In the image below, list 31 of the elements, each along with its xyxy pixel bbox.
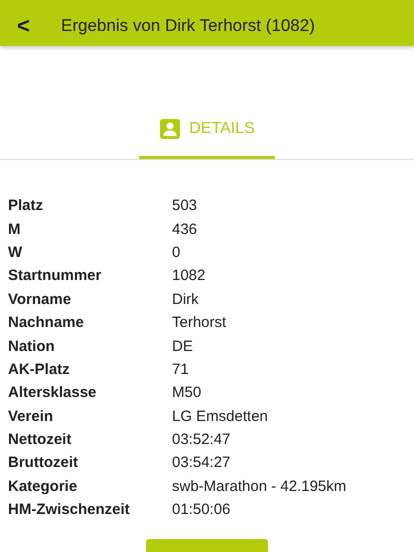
field-label: Platz [8, 197, 44, 214]
field-label: Altersklasse [8, 384, 98, 402]
field-value: M50 [172, 384, 202, 402]
field-label: W [8, 244, 24, 261]
field-value: LG Emsdetten [172, 408, 268, 425]
field-value: swb-Marathon - 42.195km [172, 478, 346, 495]
field-value: 03:52:47 [172, 431, 230, 448]
field-label: Vorname [8, 290, 72, 308]
field-value: 01:50:06 [172, 501, 230, 518]
field-label: Bruttozeit [8, 454, 79, 472]
field-value: DE [172, 338, 193, 355]
field-label: Startnummer [8, 267, 102, 284]
field-label: M [8, 220, 22, 238]
field-label: Verein [8, 408, 54, 425]
field-value: 71 [172, 360, 189, 378]
field-value: 436 [172, 220, 198, 238]
field-value: 03:54:27 [172, 454, 230, 472]
field-value: 503 [172, 197, 198, 214]
field-label: HM-Zwischenzeit [8, 501, 131, 518]
field-label: Kategorie [8, 478, 78, 495]
field-value: 1082 [172, 267, 206, 284]
field-label: Nation [8, 338, 56, 355]
page-title: Ergebnis von Dirk Terhorst (1082) [61, 16, 315, 36]
field-label: Nettozeit [8, 431, 72, 448]
field-value: 0 [172, 244, 180, 261]
back-button[interactable]: < [17, 13, 37, 39]
field-value: Dirk [172, 290, 199, 308]
person-card-icon [159, 118, 182, 140]
field-value: Terhorst [172, 314, 226, 332]
field-label: Nachname [8, 314, 85, 332]
field-label: AK-Platz [8, 360, 71, 378]
